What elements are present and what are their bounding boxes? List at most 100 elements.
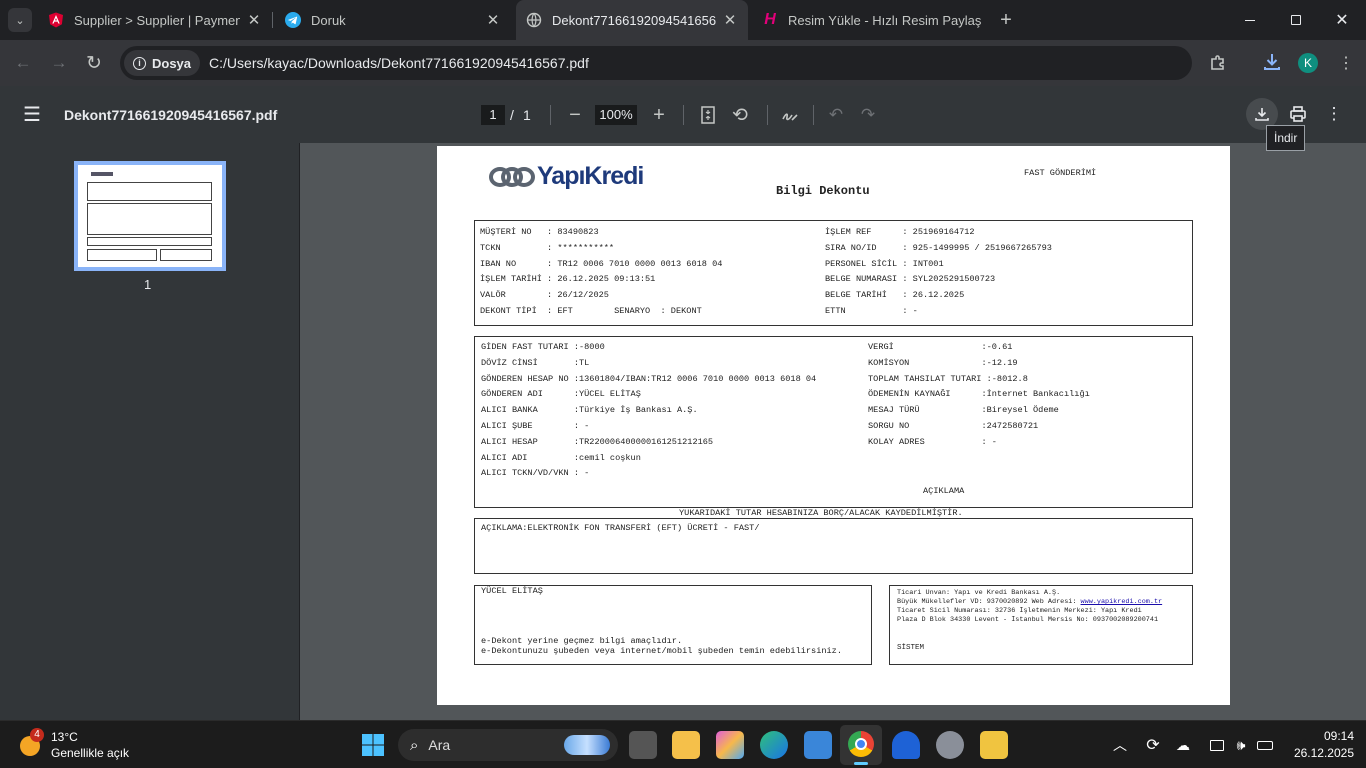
zoom-in-button[interactable]: + [647, 101, 671, 129]
pdf-toolbar: ☰ Dekont771661920945416567.pdf 1 / 1 − 1… [0, 86, 1366, 143]
extensions-button[interactable] [1204, 48, 1232, 78]
fit-page-icon [701, 106, 715, 124]
receipt-field: ALICI ADI :cemil coşkun [481, 452, 641, 463]
close-window-button[interactable]: ✕ [1322, 6, 1362, 34]
reload-button[interactable]: ↻ [79, 48, 109, 78]
notice-text: YUKARIDAKİ TUTAR HESABINIZA BORÇ/ALACAK … [679, 508, 963, 518]
toolbar-divider [550, 105, 551, 125]
close-icon[interactable]: ✕ [246, 11, 262, 29]
downloads-button[interactable] [1258, 46, 1286, 78]
copilot-icon[interactable] [716, 731, 744, 759]
restore-button[interactable] [1276, 6, 1316, 34]
page-thumbnail[interactable] [74, 161, 226, 271]
yapikredi-logo: YapıKredi [489, 162, 644, 191]
site-info-chip[interactable]: i Dosya [124, 50, 201, 76]
plus-icon: + [1000, 8, 1012, 31]
receipt-field: PERSONEL SİCİL : INT001 [825, 258, 944, 269]
url-text[interactable]: C:/Users/kayac/Downloads/Dekont771661920… [209, 55, 589, 71]
volume-icon[interactable]: 🕪 [1230, 733, 1252, 757]
arrow-left-icon: ← [14, 53, 32, 72]
more-vert-icon: ⋮ [1338, 55, 1354, 72]
sidebar-menu-button[interactable]: ☰ [18, 100, 46, 128]
annotate-button[interactable] [778, 101, 802, 129]
toolbar-divider [813, 105, 814, 125]
zoom-out-button[interactable]: − [563, 101, 587, 129]
settings-icon[interactable] [936, 731, 964, 759]
receipt-field: IBAN NO : TR12 0006 7010 0000 0013 6018 … [480, 258, 723, 269]
page-total: 1 [523, 107, 531, 123]
tab-divider [272, 12, 273, 28]
redo-button[interactable]: ↷ [856, 101, 880, 129]
edge-icon[interactable] [760, 731, 788, 759]
tab-supplier[interactable]: Supplier > Supplier | Payment C ✕ [38, 4, 272, 36]
receipt-field: BELGE NUMARASI : SYL2025291500723 [825, 274, 996, 285]
back-button[interactable]: ← [8, 48, 38, 78]
show-hidden-icons-button[interactable]: ︿ [1110, 733, 1130, 757]
address-bar[interactable]: i Dosya C:/Users/kayac/Downloads/Dekont7… [120, 46, 1192, 80]
document-title: Bilgi Dekontu [776, 184, 870, 198]
zoom-input[interactable]: 100% [595, 105, 637, 125]
customer-name: YÜCEL ELİTAŞ [481, 586, 543, 596]
taskbar-search[interactable]: ⌕ Ara [398, 729, 618, 761]
print-icon [1290, 106, 1306, 122]
download-tooltip: İndir [1266, 125, 1306, 151]
aciklama-heading: AÇIKLAMA [923, 486, 965, 496]
close-icon[interactable]: ✕ [722, 11, 738, 29]
sync-icon[interactable]: ⟳ [1142, 733, 1164, 757]
toolbar-divider [767, 105, 768, 125]
file-explorer-icon[interactable] [672, 731, 700, 759]
rotate-button[interactable]: ⟲ [728, 101, 752, 129]
receipt-field: DÖVİZ CİNSİ :TL [481, 357, 590, 368]
tab-title: Dekont771661920945416567.pdf [552, 12, 716, 28]
plus-icon: + [653, 103, 665, 126]
pdf-page: YapıKredi FAST GÖNDERİMİ Bilgi Dekontu A… [437, 146, 1230, 705]
receipt-field: ALICI BANKA :Türkiye İş Bankası A.Ş. [481, 405, 698, 416]
minus-icon: − [569, 103, 581, 126]
chrome-taskbar-item[interactable] [840, 725, 882, 765]
clock-date: 26.12.2025 [1293, 746, 1354, 760]
store-icon[interactable] [804, 731, 832, 759]
tab-resim-yukle[interactable]: H Resim Yükle - Hızlı Resim Paylaş [752, 4, 992, 36]
cloud-icon[interactable]: ☁ [1172, 733, 1194, 757]
weather-widget[interactable]: 4 13°C Genellikle açık [16, 728, 156, 762]
thumbnail-preview [87, 171, 212, 261]
new-tab-button[interactable]: + [994, 8, 1018, 32]
minimize-button[interactable] [1230, 6, 1270, 34]
globe-icon [526, 12, 542, 28]
bank-website-link[interactable]: www.yapikredi.com.tr [1081, 598, 1163, 606]
undo-button[interactable]: ↶ [824, 101, 848, 129]
active-indicator [854, 762, 868, 765]
chrome-menu-button[interactable]: ⋮ [1334, 48, 1358, 78]
fit-page-button[interactable] [696, 101, 720, 129]
bank-line-2: Büyük Mükellefler VD: 9370020892 Web Adr… [897, 598, 1162, 606]
more-vert-icon: ⋮ [1325, 104, 1343, 123]
toolbar-divider [683, 105, 684, 125]
vpn-icon[interactable] [892, 731, 920, 759]
pdf-more-button[interactable]: ⋮ [1322, 98, 1346, 130]
receipt-field: ALICI ŞUBE : - [481, 421, 590, 431]
task-view-icon[interactable] [629, 731, 657, 759]
fast-label: FAST GÖNDERİMİ [1024, 168, 1097, 178]
tab-title: Supplier > Supplier | Payment C [74, 12, 240, 28]
clock[interactable]: 09:14 26.12.2025 [1282, 729, 1354, 763]
receipt-field: KOLAY ADRES : - [868, 436, 997, 447]
tab-pdf[interactable]: Dekont771661920945416567.pdf ✕ [516, 0, 748, 40]
receipt-field: ALICI HESAP :TR220006400000161251212165 [481, 436, 714, 447]
disclaimer-line-2: e-Dekontunuzu şubeden veya internet/mobi… [481, 646, 842, 656]
receipt-field: GİDEN FAST TUTARI :-8000 [481, 342, 605, 352]
download-icon [1255, 108, 1269, 121]
forward-button[interactable]: → [44, 48, 74, 78]
tab-search-button[interactable]: ⌄ [8, 8, 32, 32]
receipt-field: ÖDEMENİN KAYNAĞI :İnternet Bankacılığı [868, 389, 1090, 400]
file-manager-icon[interactable] [980, 731, 1008, 759]
tab-doruk[interactable]: Doruk ✕ [275, 4, 511, 36]
profile-avatar[interactable]: K [1298, 53, 1318, 73]
page-number-input[interactable]: 1 [481, 105, 505, 125]
network-icon[interactable] [1206, 733, 1228, 757]
menu-icon: ☰ [23, 103, 41, 126]
battery-icon[interactable] [1254, 733, 1276, 757]
receipt-field: DEKONT TİPİ : EFT SENARYO : DEKONT [480, 306, 702, 316]
close-icon[interactable]: ✕ [485, 11, 501, 29]
start-button[interactable] [359, 731, 387, 759]
close-icon: ✕ [1335, 12, 1349, 29]
